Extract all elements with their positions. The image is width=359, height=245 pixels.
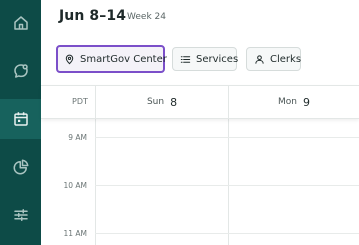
services-filter-button[interactable]: Services bbox=[172, 47, 239, 71]
list-icon bbox=[180, 54, 191, 65]
hour-label: 10 AM bbox=[63, 181, 87, 190]
hour-gridline bbox=[95, 137, 359, 138]
week-number-label: Week 24 bbox=[127, 12, 166, 22]
hour-label: 9 AM bbox=[68, 133, 87, 142]
calendar-day-header: PDT Sun 8 Mon 9 bbox=[41, 85, 359, 119]
sidebar-item-settings[interactable] bbox=[0, 195, 41, 235]
week-header: Jun 8–14 Week 24 bbox=[41, 0, 359, 38]
day-name: Sun bbox=[146, 97, 165, 107]
sidebar-nav bbox=[0, 0, 41, 245]
calendar-grid[interactable]: 9 AM 10 AM 11 AM bbox=[41, 119, 359, 245]
sidebar-item-messages[interactable] bbox=[0, 51, 41, 91]
day-date: 9 bbox=[302, 95, 310, 109]
app-window: Jun 8–14 Week 24 SmartGov Center Service… bbox=[0, 0, 359, 245]
timezone-label: PDT bbox=[72, 97, 88, 106]
day-date: 8 bbox=[170, 95, 178, 109]
pie-chart-icon bbox=[12, 158, 30, 176]
hour-gridline bbox=[95, 233, 359, 234]
hour-label: 11 AM bbox=[63, 229, 87, 238]
day-column-header-mon[interactable]: Mon 9 bbox=[228, 86, 359, 118]
day-column-header-sun[interactable]: Sun 8 bbox=[95, 86, 228, 118]
calendar-icon bbox=[12, 110, 30, 128]
clerks-filter-button[interactable]: Clerks bbox=[246, 47, 301, 71]
hour-gridline bbox=[95, 185, 359, 186]
person-icon bbox=[254, 54, 265, 65]
sliders-icon bbox=[12, 206, 30, 224]
week-range-title: Jun 8–14 bbox=[59, 8, 127, 24]
clerks-filter-label: Clerks bbox=[270, 53, 302, 65]
location-filter-button[interactable]: SmartGov Center bbox=[56, 45, 167, 73]
day-name: Mon bbox=[278, 97, 297, 107]
chat-icon bbox=[12, 62, 30, 80]
location-filter-label: SmartGov Center bbox=[80, 53, 167, 65]
sidebar-item-reports[interactable] bbox=[0, 147, 41, 187]
sidebar-item-calendar[interactable] bbox=[0, 99, 41, 139]
sidebar-item-home[interactable] bbox=[0, 3, 41, 43]
location-pin-icon bbox=[64, 54, 75, 65]
home-icon bbox=[12, 14, 30, 32]
services-filter-label: Services bbox=[196, 53, 239, 65]
